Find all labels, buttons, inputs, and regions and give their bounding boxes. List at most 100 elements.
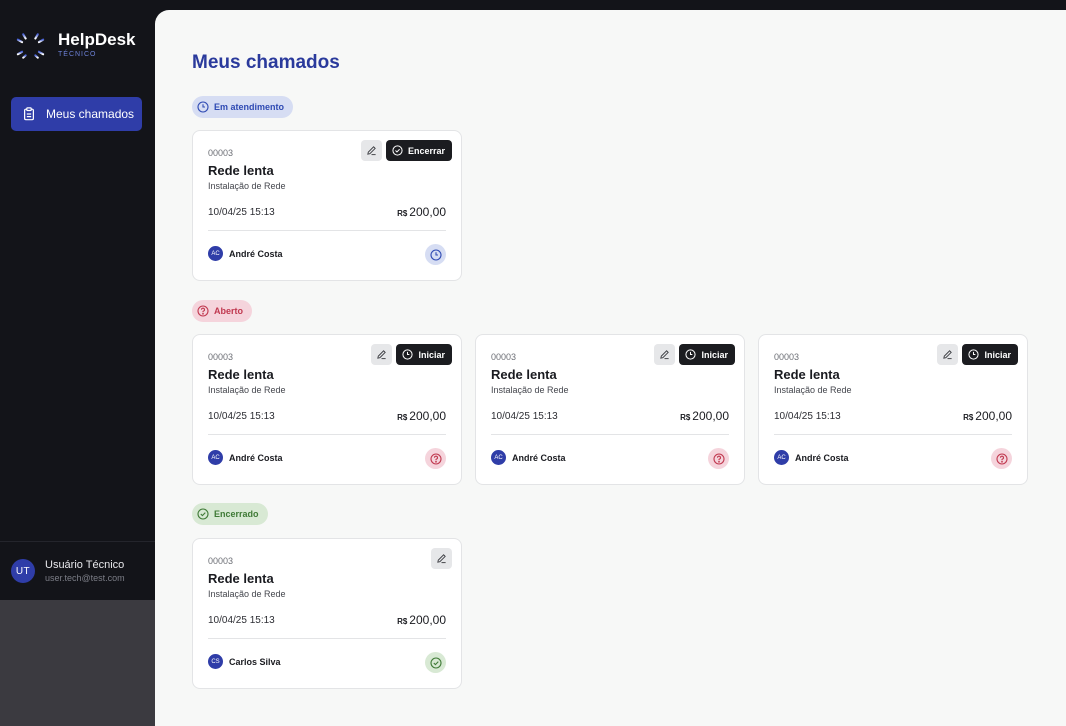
pencil-icon <box>437 554 446 564</box>
action-label: Iniciar <box>984 349 1011 360</box>
ticket-date: 10/04/25 15:13 <box>208 615 275 626</box>
pencil-icon <box>377 350 387 360</box>
status-badge-aberto: Aberto <box>192 300 252 322</box>
edit-button[interactable] <box>937 344 959 365</box>
ticket-client: AC André Costa <box>491 450 566 465</box>
ticket-status-indicator <box>425 652 446 673</box>
help-circle-icon <box>429 452 442 465</box>
status-badge-encerrado: Encerrado <box>192 503 268 525</box>
clock-icon <box>429 248 442 261</box>
ticket-title: Rede lenta <box>208 571 274 586</box>
currency-symbol: R$ <box>397 209 408 218</box>
ticket-title: Rede lenta <box>208 163 274 178</box>
currency-symbol: R$ <box>397 617 408 626</box>
pencil-icon <box>943 350 953 360</box>
price-value: 200,00 <box>409 205 446 219</box>
pencil-icon <box>660 350 670 360</box>
start-ticket-button[interactable]: Iniciar <box>679 344 735 365</box>
pencil-icon <box>367 146 376 156</box>
sidebar-footer-area <box>0 600 155 726</box>
ticket-card[interactable]: Iniciar 00003 Rede lenta Instalação de R… <box>192 334 462 485</box>
client-name: Carlos Silva <box>229 656 281 667</box>
divider <box>774 434 1012 435</box>
brand-name: HelpDesk <box>58 30 136 49</box>
check-circle-icon <box>392 145 403 156</box>
edit-button[interactable] <box>360 140 382 161</box>
divider <box>491 434 729 435</box>
ticket-price: R$ 200,00 <box>397 205 446 219</box>
ticket-date: 10/04/25 15:13 <box>208 207 275 218</box>
user-email: user.tech@test.com <box>45 573 125 583</box>
ticket-card[interactable]: Iniciar 00003 Rede lenta Instalação de R… <box>475 334 745 485</box>
price-value: 200,00 <box>975 409 1012 423</box>
client-name: André Costa <box>229 248 283 259</box>
ticket-client: AC André Costa <box>774 450 849 465</box>
status-badge-label: Em atendimento <box>214 102 285 112</box>
ticket-date: 10/04/25 15:13 <box>774 411 841 422</box>
avatar: AC <box>208 450 223 465</box>
ticket-card[interactable]: Encerrar 00003 Rede lenta Instalação de … <box>192 130 462 281</box>
help-circle-icon <box>995 452 1008 465</box>
currency-symbol: R$ <box>680 413 691 422</box>
ticket-service: Instalação de Rede <box>774 385 852 395</box>
edit-button[interactable] <box>371 344 393 365</box>
status-badge-label: Encerrado <box>214 509 259 519</box>
ticket-price: R$ 200,00 <box>397 613 446 627</box>
check-circle-icon <box>197 508 209 520</box>
start-ticket-button[interactable]: Iniciar <box>962 344 1018 365</box>
ticket-client: AC André Costa <box>208 246 283 261</box>
status-badge-em-atendimento: Em atendimento <box>192 96 294 118</box>
ticket-id: 00003 <box>208 556 234 566</box>
clock-icon <box>968 349 980 360</box>
ticket-service: Instalação de Rede <box>208 589 286 599</box>
edit-button[interactable] <box>654 344 676 365</box>
divider <box>208 638 446 639</box>
sidebar-item-meus-chamados[interactable]: Meus chamados <box>11 97 142 131</box>
ticket-service: Instalação de Rede <box>208 181 286 191</box>
help-circle-icon <box>197 305 209 317</box>
close-ticket-button[interactable]: Encerrar <box>385 140 452 161</box>
divider <box>208 230 446 231</box>
ticket-title: Rede lenta <box>491 367 557 382</box>
action-label: Iniciar <box>418 349 445 360</box>
avatar: CS <box>208 654 223 669</box>
ticket-price: R$ 200,00 <box>397 409 446 423</box>
brand-logo[interactable]: HelpDesk TÉCNICO <box>14 30 135 60</box>
ticket-id: 00003 <box>208 352 234 362</box>
ticket-status-indicator <box>708 448 729 469</box>
client-name: André Costa <box>229 452 283 463</box>
user-name: Usuário Técnico <box>45 559 125 571</box>
edit-button[interactable] <box>431 548 452 569</box>
user-profile[interactable]: UT Usuário Técnico user.tech@test.com <box>0 541 155 600</box>
avatar: AC <box>208 246 223 261</box>
ticket-date: 10/04/25 15:13 <box>208 411 275 422</box>
avatar: AC <box>491 450 506 465</box>
page-title: Meus chamados <box>192 52 340 73</box>
ticket-status-indicator <box>991 448 1012 469</box>
action-label: Encerrar <box>407 145 445 156</box>
clock-icon <box>685 349 697 360</box>
sidebar-item-label: Meus chamados <box>46 107 135 121</box>
ticket-id: 00003 <box>774 352 800 362</box>
brand-subtitle: TÉCNICO <box>58 51 97 58</box>
avatar: AC <box>774 450 789 465</box>
ticket-title: Rede lenta <box>208 367 274 382</box>
ticket-date: 10/04/25 15:13 <box>491 411 558 422</box>
ticket-service: Instalação de Rede <box>208 385 286 395</box>
currency-symbol: R$ <box>397 413 408 422</box>
start-ticket-button[interactable]: Iniciar <box>396 344 452 365</box>
ticket-id: 00003 <box>491 352 517 362</box>
help-circle-icon <box>712 452 725 465</box>
ticket-client: AC André Costa <box>208 450 283 465</box>
client-name: André Costa <box>512 452 566 463</box>
ticket-title: Rede lenta <box>774 367 840 382</box>
main-content: Meus chamados Em atendimento Encerrar 00… <box>155 10 1066 726</box>
clock-icon <box>197 101 209 113</box>
ticket-price: R$ 200,00 <box>680 409 729 423</box>
price-value: 200,00 <box>692 409 729 423</box>
status-badge-label: Aberto <box>214 306 243 316</box>
ticket-id: 00003 <box>208 148 234 158</box>
clock-icon <box>402 349 414 360</box>
ticket-card[interactable]: Iniciar 00003 Rede lenta Instalação de R… <box>758 334 1028 485</box>
ticket-card[interactable]: 00003 Rede lenta Instalação de Rede 10/0… <box>192 538 462 689</box>
